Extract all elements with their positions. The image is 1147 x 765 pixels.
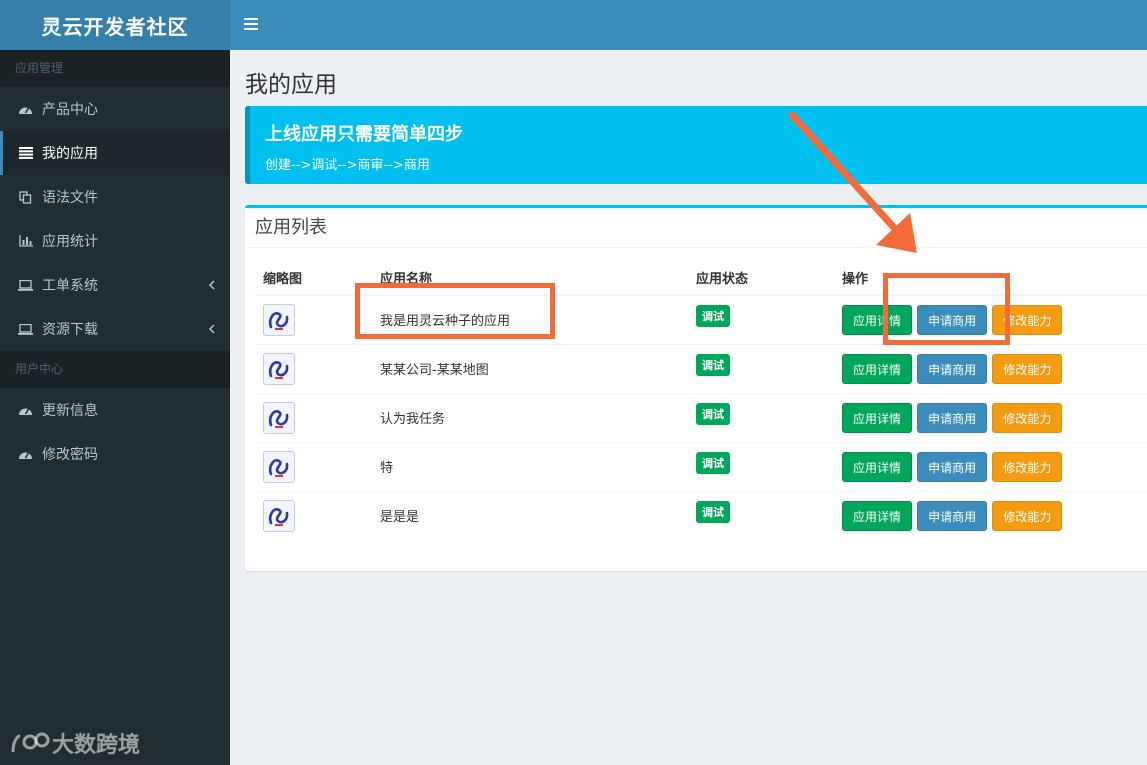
callout-text: 创建-->调试-->商审-->商用	[265, 158, 430, 173]
hamburger-icon[interactable]	[244, 18, 258, 30]
sidebar-item-update-info[interactable]: 更新信息	[0, 388, 230, 432]
sidebar-item-label: 修改密码	[42, 447, 98, 463]
modify-capability-button[interactable]: 修改能力	[992, 451, 1063, 482]
modify-capability-button[interactable]: 修改能力	[992, 353, 1063, 384]
table-row: 是是是 调试 应用详情 申请商用 修改能力	[255, 490, 1147, 540]
status-cell: 调试	[688, 441, 834, 491]
dashboard-icon	[18, 447, 33, 461]
status-cell: 调试	[688, 490, 834, 540]
status-badge: 调试	[696, 353, 730, 376]
top-header	[230, 0, 1147, 50]
chevron-left-icon	[208, 324, 215, 334]
app-name-cell: 是是是	[372, 490, 688, 540]
status-cell: 调试	[688, 294, 834, 344]
actions-cell: 应用详情 申请商用 修改能力	[834, 343, 1147, 393]
app-name-cell: 特	[372, 441, 688, 491]
section-header-user-center: 用户中心	[0, 351, 230, 388]
annotation-highlight-apply-button	[883, 273, 1010, 345]
app-logo[interactable]: 灵云开发者社区	[0, 0, 230, 50]
sidebar-item-label: 语法文件	[42, 190, 98, 206]
thumbnail-cell	[255, 392, 372, 442]
app-detail-button[interactable]: 应用详情	[842, 451, 913, 482]
app-name-cell: 某某公司-某某地图	[372, 343, 688, 393]
laptop-icon	[18, 322, 33, 336]
page-title: 我的应用	[245, 72, 337, 98]
actions-cell: 应用详情 申请商用 修改能力	[834, 441, 1147, 491]
app-thumbnail-icon	[263, 303, 295, 336]
app-thumbnail-icon	[263, 450, 295, 483]
status-badge: 调试	[696, 500, 730, 523]
sidebar-item-label: 产品中心	[42, 102, 98, 118]
status-badge: 调试	[696, 402, 730, 425]
thumbnail-cell	[255, 441, 372, 491]
app-thumbnail-icon	[263, 352, 295, 385]
watermark: 大数跨境	[10, 727, 140, 759]
sidebar-item-label: 我的应用	[42, 146, 98, 162]
modify-capability-button[interactable]: 修改能力	[992, 402, 1063, 433]
sidebar-item-ticket-system[interactable]: 工单系统	[0, 263, 230, 307]
app-detail-button[interactable]: 应用详情	[842, 353, 913, 384]
info-callout: 上线应用只需要简单四步 创建-->调试-->商审-->商用	[245, 106, 1147, 184]
column-header-status: 应用状态	[688, 260, 834, 296]
app-list-box: 应用列表 缩略图 应用名称 应用状态 操作 我是用灵云种子的应用 调试 应用详情…	[245, 205, 1147, 571]
box-title: 应用列表	[245, 208, 1147, 248]
sidebar-item-product-center[interactable]: 产品中心	[0, 87, 230, 131]
table-row: 特 调试 应用详情 申请商用 修改能力	[255, 441, 1147, 491]
sidebar-item-label: 工单系统	[42, 278, 98, 294]
main-content: 我的应用 上线应用只需要简单四步 创建-->调试-->商审-->商用 应用列表 …	[230, 50, 1147, 765]
sidebar: 灵云开发者社区 应用管理 产品中心 我的应用 语法文件 应用统计 工单系统 资源…	[0, 0, 230, 765]
actions-cell: 应用详情 申请商用 修改能力	[834, 392, 1147, 442]
dashboard-icon	[18, 403, 33, 417]
status-cell: 调试	[688, 392, 834, 442]
status-cell: 调试	[688, 343, 834, 393]
apply-commercial-button[interactable]: 申请商用	[917, 500, 988, 531]
section-header-app-management: 应用管理	[0, 50, 230, 87]
app-thumbnail-icon	[263, 401, 295, 434]
status-badge: 调试	[696, 451, 730, 474]
chevron-left-icon	[208, 280, 215, 290]
actions-cell: 应用详情 申请商用 修改能力	[834, 490, 1147, 540]
modify-capability-button[interactable]: 修改能力	[992, 500, 1063, 531]
apply-commercial-button[interactable]: 申请商用	[917, 402, 988, 433]
thumbnail-cell	[255, 490, 372, 540]
app-name-cell: 认为我任务	[372, 392, 688, 442]
status-badge: 调试	[696, 304, 730, 327]
app-detail-button[interactable]: 应用详情	[842, 500, 913, 531]
table-row: 某某公司-某某地图 调试 应用详情 申请商用 修改能力	[255, 343, 1147, 393]
copy-icon	[18, 190, 33, 204]
table-row: 认为我任务 调试 应用详情 申请商用 修改能力	[255, 392, 1147, 442]
watermark-logo-icon	[11, 732, 50, 753]
annotation-arrow-icon	[788, 111, 917, 253]
sidebar-item-resource-download[interactable]: 资源下载	[0, 307, 230, 351]
callout-title: 上线应用只需要简单四步	[265, 124, 463, 145]
apply-commercial-button[interactable]: 申请商用	[917, 451, 988, 482]
sidebar-item-label: 应用统计	[42, 234, 98, 250]
sidebar-item-app-stats[interactable]: 应用统计	[0, 219, 230, 263]
app-thumbnail-icon	[263, 499, 295, 532]
sidebar-item-my-apps[interactable]: 我的应用	[0, 131, 230, 175]
dashboard-icon	[18, 102, 33, 116]
annotation-highlight-app-name	[355, 283, 555, 339]
bar-chart-icon	[18, 234, 33, 248]
app-detail-button[interactable]: 应用详情	[842, 402, 913, 433]
laptop-icon	[18, 278, 33, 292]
thumbnail-cell	[255, 343, 372, 393]
list-icon	[18, 146, 33, 160]
watermark-text: 大数跨境	[52, 733, 141, 758]
apply-commercial-button[interactable]: 申请商用	[917, 353, 988, 384]
sidebar-item-label: 资源下载	[42, 322, 98, 338]
sidebar-item-grammar-files[interactable]: 语法文件	[0, 175, 230, 219]
sidebar-item-label: 更新信息	[42, 403, 98, 419]
sidebar-item-change-password[interactable]: 修改密码	[0, 432, 230, 476]
